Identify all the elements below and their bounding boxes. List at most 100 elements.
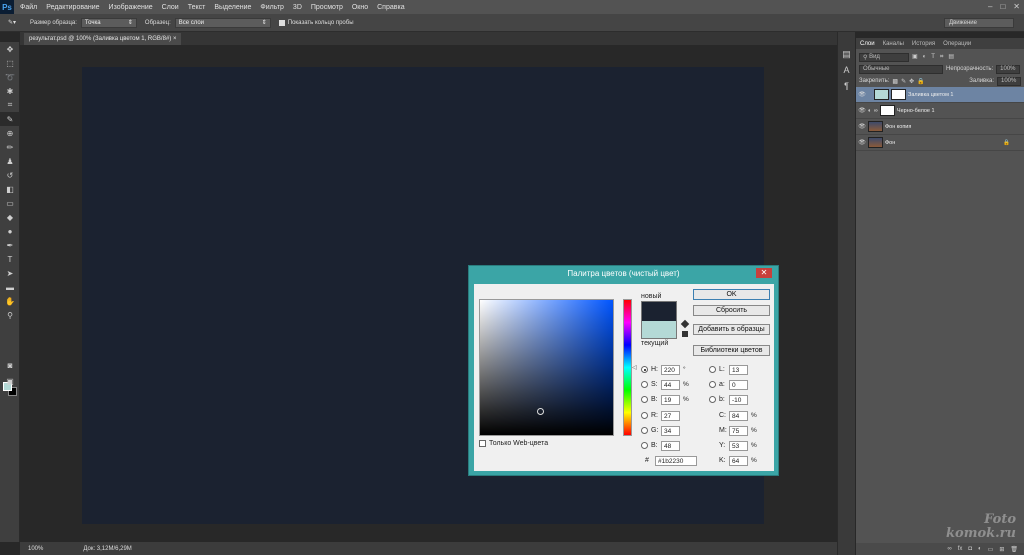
show-ring-checkbox[interactable] bbox=[278, 19, 285, 26]
filter-icons[interactable]: ▣◐T⌗▤ bbox=[912, 53, 959, 61]
saturation-input[interactable]: 44 bbox=[661, 379, 680, 390]
menu-image[interactable]: Изображение bbox=[109, 4, 153, 11]
add-to-swatches-button[interactable]: Добавить в образцы bbox=[693, 324, 770, 335]
screen-mode-icon[interactable]: ▣ bbox=[0, 374, 20, 388]
zoom-level[interactable]: 100% bbox=[28, 546, 43, 552]
reset-button[interactable]: Сбросить bbox=[693, 305, 770, 316]
lab-b-input[interactable]: -10 bbox=[729, 394, 748, 405]
lab-a-radio[interactable] bbox=[709, 381, 716, 388]
quick-mask-icon[interactable]: ◙ bbox=[0, 358, 20, 372]
path-select-icon[interactable]: ➤ bbox=[0, 266, 20, 280]
menu-filter[interactable]: Фильтр bbox=[260, 4, 284, 11]
type-tool-icon[interactable]: T bbox=[0, 252, 20, 266]
web-safe-icon[interactable] bbox=[682, 331, 688, 337]
web-colors-checkbox[interactable] bbox=[479, 440, 486, 447]
healing-tool-icon[interactable]: ⊕ bbox=[0, 126, 20, 140]
red-radio[interactable] bbox=[641, 412, 648, 419]
menu-edit[interactable]: Редактирование bbox=[46, 4, 99, 11]
quick-select-tool-icon[interactable]: ✱ bbox=[0, 84, 20, 98]
hue-slider[interactable] bbox=[623, 299, 632, 436]
current-color-swatch[interactable] bbox=[641, 321, 677, 339]
lab-b-radio[interactable] bbox=[709, 396, 716, 403]
green-input[interactable]: 34 bbox=[661, 425, 680, 436]
history-panel-icon[interactable]: ▤ bbox=[838, 46, 855, 62]
marquee-tool-icon[interactable]: ⬚ bbox=[0, 56, 20, 70]
document-tab[interactable]: результат.psd @ 100% (Заливка цветом 1, … bbox=[24, 33, 182, 45]
hue-slider-arrow-icon[interactable]: ◁ bbox=[632, 364, 637, 371]
adjustment-icon[interactable]: ◐ bbox=[978, 546, 982, 552]
lock-icons[interactable]: ▩✎✥🔒 bbox=[892, 78, 927, 85]
menu-type[interactable]: Текст bbox=[188, 4, 206, 11]
layer-row[interactable]: 👁 Фон копия bbox=[856, 119, 1024, 135]
menu-window[interactable]: Окно bbox=[352, 4, 368, 11]
zoom-tool-icon[interactable]: ⚲ bbox=[0, 308, 20, 322]
brightness-input[interactable]: 19 bbox=[661, 394, 680, 405]
dodge-tool-icon[interactable]: ● bbox=[0, 224, 20, 238]
workspace-select[interactable]: Движение bbox=[944, 18, 1014, 28]
fill-input[interactable]: 100% bbox=[997, 76, 1021, 86]
tab-history[interactable]: История bbox=[908, 41, 939, 47]
menu-layers[interactable]: Слои bbox=[162, 4, 179, 11]
stamp-tool-icon[interactable]: ♟ bbox=[0, 154, 20, 168]
sample-select[interactable]: Все слои ⇕ bbox=[174, 17, 271, 28]
hue-input[interactable]: 220 bbox=[661, 364, 680, 375]
fx-icon[interactable]: fx bbox=[958, 546, 963, 552]
maximize-icon[interactable]: □ bbox=[1000, 2, 1005, 11]
eye-icon[interactable]: 👁 bbox=[856, 91, 868, 98]
hex-input[interactable]: #1b2230 bbox=[655, 455, 697, 466]
cyan-input[interactable]: 84 bbox=[729, 410, 748, 421]
blur-tool-icon[interactable]: ◆ bbox=[0, 210, 20, 224]
hand-tool-icon[interactable]: ✋ bbox=[0, 294, 20, 308]
close-icon[interactable]: ✕ bbox=[1013, 2, 1020, 11]
menu-view[interactable]: Просмотр bbox=[311, 4, 343, 11]
black-input[interactable]: 64 bbox=[729, 455, 748, 466]
lasso-tool-icon[interactable]: ➰ bbox=[0, 70, 20, 84]
brightness-radio[interactable] bbox=[641, 396, 648, 403]
brush-tool-icon[interactable]: ✏ bbox=[0, 140, 20, 154]
eraser-tool-icon[interactable]: ◧ bbox=[0, 182, 20, 196]
sample-size-select[interactable]: Точка ⇕ bbox=[80, 17, 137, 28]
trash-icon[interactable]: 🗑 bbox=[1010, 546, 1018, 553]
color-libraries-button[interactable]: Библиотеки цветов bbox=[693, 345, 770, 356]
tab-actions[interactable]: Операции bbox=[939, 41, 975, 47]
shape-tool-icon[interactable]: ▬ bbox=[0, 280, 20, 294]
layer-row[interactable]: 👁 Заливка цветом 1 bbox=[856, 87, 1024, 103]
mask-icon[interactable]: ◘ bbox=[968, 546, 972, 552]
opacity-input[interactable]: 100% bbox=[996, 64, 1021, 74]
eyedropper-icon[interactable]: ✎▾ bbox=[8, 19, 16, 26]
character-panel-icon[interactable]: A bbox=[838, 62, 855, 78]
folder-icon[interactable]: ▭ bbox=[988, 546, 994, 553]
saturation-radio[interactable] bbox=[641, 381, 648, 388]
ok-button[interactable]: OK bbox=[693, 289, 770, 300]
menu-3d[interactable]: 3D bbox=[293, 4, 302, 11]
red-input[interactable]: 27 bbox=[661, 410, 680, 421]
lab-l-radio[interactable] bbox=[709, 366, 716, 373]
eye-icon[interactable]: 👁 bbox=[856, 123, 868, 130]
pen-tool-icon[interactable]: ✒ bbox=[0, 238, 20, 252]
yellow-input[interactable]: 53 bbox=[729, 440, 748, 451]
new-layer-icon[interactable]: ⊞ bbox=[999, 546, 1004, 553]
web-colors-only[interactable]: Только Web-цвета bbox=[479, 440, 548, 447]
layer-row[interactable]: 👁 Фон 🔒 bbox=[856, 135, 1024, 151]
hue-radio[interactable] bbox=[641, 366, 648, 373]
green-radio[interactable] bbox=[641, 427, 648, 434]
layer-row[interactable]: 👁 ◐ ∞ Черно-белое 1 bbox=[856, 103, 1024, 119]
lab-l-input[interactable]: 13 bbox=[729, 364, 748, 375]
close-icon[interactable]: × bbox=[173, 36, 177, 42]
lab-a-input[interactable]: 0 bbox=[729, 379, 748, 390]
tab-layers[interactable]: Слои bbox=[856, 41, 879, 47]
blue-input[interactable]: 48 bbox=[661, 440, 680, 451]
eye-icon[interactable]: 👁 bbox=[856, 139, 868, 146]
menu-file[interactable]: Файл bbox=[20, 4, 37, 11]
move-tool-icon[interactable]: ✥ bbox=[0, 42, 20, 56]
eye-icon[interactable]: 👁 bbox=[856, 107, 868, 114]
paragraph-panel-icon[interactable]: ¶ bbox=[838, 78, 855, 94]
eyedropper-tool-icon[interactable]: ✎ bbox=[0, 112, 20, 126]
color-picker-circle[interactable] bbox=[537, 408, 544, 415]
crop-tool-icon[interactable]: ⌗ bbox=[0, 98, 20, 112]
layer-kind-filter[interactable]: ⚲ Вид bbox=[859, 52, 909, 62]
close-icon[interactable]: ✕ bbox=[756, 268, 772, 278]
blend-mode-select[interactable]: Обычные bbox=[859, 64, 943, 74]
tab-channels[interactable]: Каналы bbox=[879, 41, 908, 47]
menu-select[interactable]: Выделение bbox=[214, 4, 251, 11]
